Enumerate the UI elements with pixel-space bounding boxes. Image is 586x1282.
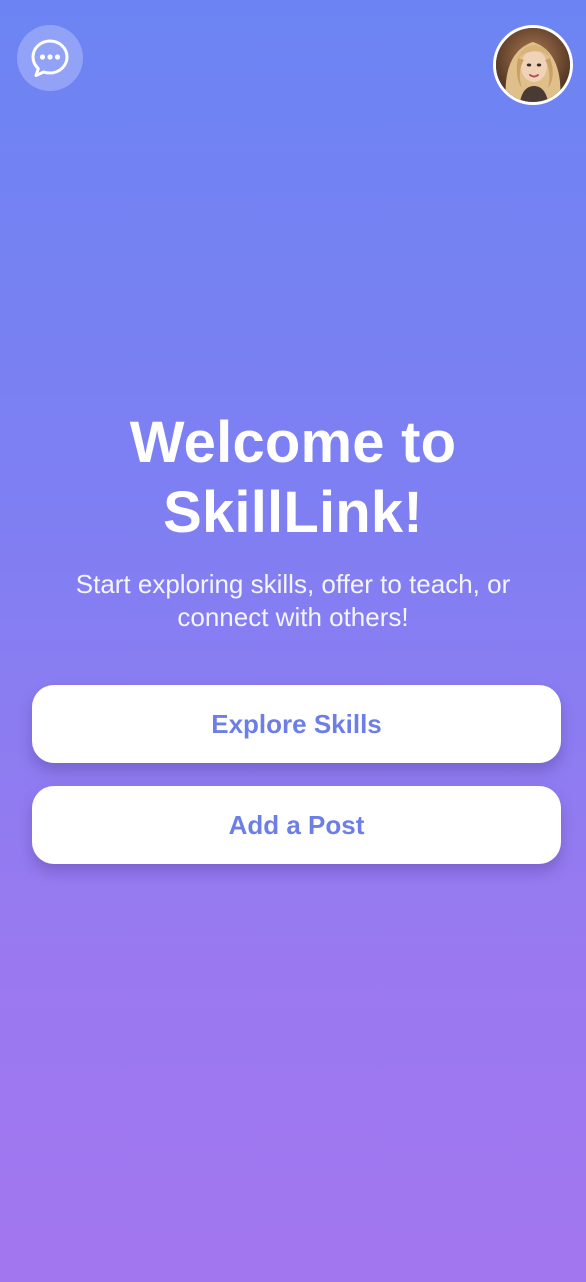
welcome-title: Welcome to SkillLink! — [129, 410, 457, 545]
profile-avatar[interactable] — [493, 25, 573, 105]
welcome-section: Welcome to SkillLink! Start exploring sk… — [0, 408, 586, 634]
welcome-subtitle: Start exploring skills, offer to teach, … — [75, 569, 511, 632]
add-post-button[interactable]: Add a Post — [32, 786, 561, 864]
home-screen: Welcome to SkillLink! Start exploring sk… — [0, 0, 586, 1282]
explore-skills-button[interactable]: Explore Skills — [32, 685, 561, 763]
chat-button[interactable] — [17, 25, 83, 91]
chat-bubble-icon — [28, 36, 72, 80]
